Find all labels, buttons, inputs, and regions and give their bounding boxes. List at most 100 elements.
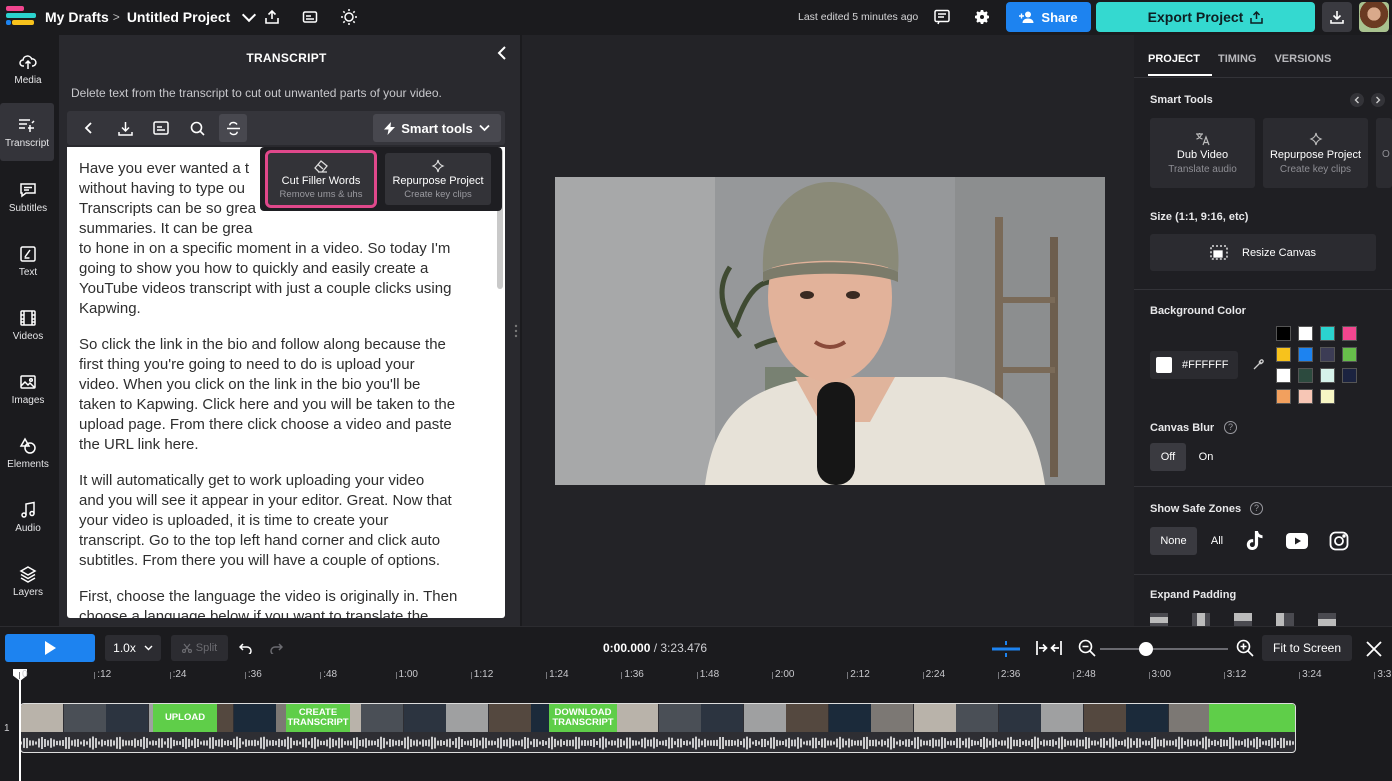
transcript-line[interactable]: choose a language below if you want to t… <box>79 607 491 618</box>
background-color-input[interactable]: #FFFFFF <box>1150 351 1238 379</box>
dub-video-button[interactable]: Dub Video Translate audio <box>1150 118 1255 188</box>
comments-icon[interactable] <box>932 7 952 27</box>
color-swatch[interactable] <box>1276 368 1291 383</box>
instagram-icon[interactable] <box>1329 531 1349 551</box>
color-swatch[interactable] <box>1320 389 1335 404</box>
transcript-line[interactable]: first thing you're going to need to do i… <box>79 355 491 375</box>
color-swatch[interactable] <box>1298 389 1313 404</box>
close-icon[interactable] <box>1366 641 1382 657</box>
playhead[interactable] <box>19 669 21 781</box>
download-transcript-button[interactable] <box>111 114 139 142</box>
transcript-line[interactable]: First, choose the language the video is … <box>79 587 491 607</box>
resize-canvas-button[interactable]: Resize Canvas <box>1150 234 1376 271</box>
redo-icon[interactable] <box>270 643 283 654</box>
eyedropper-icon[interactable] <box>1252 358 1265 371</box>
fit-to-screen-button[interactable]: Fit to Screen <box>1262 635 1352 661</box>
playback-speed-dropdown[interactable]: 1.0x <box>105 635 161 661</box>
sidebar-item-media[interactable]: Media <box>0 40 56 98</box>
prev-arrow-button[interactable] <box>1350 93 1364 107</box>
color-swatch[interactable] <box>1320 368 1335 383</box>
color-swatch[interactable] <box>1276 389 1291 404</box>
next-arrow-button[interactable] <box>1371 93 1385 107</box>
sidebar-item-transcript[interactable]: Transcript <box>0 103 54 161</box>
color-swatch[interactable] <box>1320 326 1335 341</box>
transcript-line[interactable]: going to show you how to quickly and eas… <box>79 259 491 279</box>
transcript-text[interactable]: Have you ever wanted a t without having … <box>67 147 505 618</box>
color-swatch[interactable] <box>1320 347 1335 362</box>
tab-project[interactable]: PROJECT <box>1148 53 1200 65</box>
transcript-line[interactable]: upload page. From there click choose a v… <box>79 415 491 435</box>
transcript-line[interactable]: Kapwing. <box>79 299 491 319</box>
youtube-icon[interactable] <box>1286 533 1308 549</box>
video-track-clip[interactable]: UPLOAD CREATE TRANSCRIPT DOWNLOAD TRANSC… <box>20 703 1296 753</box>
safe-zone-all-button[interactable]: All <box>1202 527 1232 555</box>
search-button[interactable] <box>183 114 211 142</box>
captions-button[interactable] <box>147 114 175 142</box>
color-swatch[interactable] <box>1276 347 1291 362</box>
sidebar-item-layers[interactable]: Layers <box>0 552 56 610</box>
tab-timing[interactable]: TIMING <box>1218 53 1257 65</box>
captions-icon[interactable] <box>300 7 320 27</box>
transcript-line[interactable]: to hone in on a specific moment in a vid… <box>79 239 491 259</box>
lightbulb-icon[interactable] <box>339 7 359 27</box>
undo-icon[interactable] <box>239 643 252 654</box>
zoom-slider-handle[interactable] <box>1139 642 1153 656</box>
transcript-line[interactable]: So click the link in the bio and follow … <box>79 335 491 355</box>
safe-zone-none-button[interactable]: None <box>1150 527 1197 555</box>
snap-icon[interactable] <box>992 641 1020 657</box>
share-button[interactable]: Share <box>1006 2 1091 32</box>
collapse-panel-icon[interactable] <box>495 45 511 61</box>
split-button[interactable]: Split <box>171 635 228 661</box>
color-swatch[interactable] <box>1298 347 1313 362</box>
fit-clips-icon[interactable] <box>1036 640 1062 656</box>
color-swatch[interactable] <box>1342 368 1357 383</box>
color-swatch[interactable] <box>1298 326 1313 341</box>
gear-icon[interactable] <box>972 7 992 27</box>
smart-tools-dropdown[interactable]: Smart tools <box>373 114 501 142</box>
color-swatch[interactable] <box>1342 326 1357 341</box>
transcript-line[interactable]: subtitles. From there you will have a co… <box>79 551 491 571</box>
transcript-line[interactable]: It will automatically get to work upload… <box>79 471 491 491</box>
transcript-line[interactable]: summaries. It can be grea <box>79 219 491 239</box>
repurpose-project-button[interactable]: Repurpose Project Create key clips <box>385 153 491 205</box>
padding-bottom-icon[interactable] <box>1318 613 1336 627</box>
sidebar-item-videos[interactable]: Videos <box>0 296 56 354</box>
padding-left-icon[interactable] <box>1276 613 1294 627</box>
video-preview[interactable] <box>555 177 1105 485</box>
transcript-line[interactable]: the URL link here. <box>79 435 491 455</box>
transcript-line[interactable]: taken to Kapwing. Click here and you wil… <box>79 395 491 415</box>
zoom-in-icon[interactable] <box>1236 639 1254 657</box>
play-button[interactable] <box>5 634 95 662</box>
sidebar-item-audio[interactable]: Audio <box>0 488 56 546</box>
kapwing-logo-icon[interactable] <box>6 6 36 28</box>
breadcrumb-drafts[interactable]: My Drafts <box>45 9 109 25</box>
cut-filler-words-button[interactable]: Cut Filler Words Remove ums & uhs <box>265 150 377 208</box>
chevron-down-icon[interactable] <box>242 7 257 23</box>
color-swatch[interactable] <box>1342 347 1357 362</box>
color-swatch[interactable] <box>1298 368 1313 383</box>
strikethrough-button[interactable] <box>219 114 247 142</box>
sidebar-item-images[interactable]: Images <box>0 360 56 418</box>
sidebar-item-subtitles[interactable]: Subtitles <box>0 168 56 226</box>
help-icon[interactable]: ? <box>1224 421 1237 434</box>
padding-all-icon[interactable] <box>1150 613 1168 627</box>
export-project-button[interactable]: Export Project <box>1096 2 1315 32</box>
transcript-line[interactable]: and you will see it appear in your edito… <box>79 491 491 511</box>
more-tool-card[interactable]: O <box>1376 118 1392 188</box>
padding-top-icon[interactable] <box>1234 613 1252 627</box>
tiktok-icon[interactable] <box>1246 531 1264 551</box>
sidebar-item-text[interactable]: Text <box>0 232 56 290</box>
blur-off-button[interactable]: Off <box>1150 443 1186 471</box>
sidebar-item-elements[interactable]: Elements <box>0 424 56 482</box>
zoom-slider-track[interactable] <box>1100 648 1228 650</box>
transcript-line[interactable]: your video is uploaded, it is time to cr… <box>79 511 491 531</box>
help-icon[interactable]: ? <box>1250 502 1263 515</box>
project-name[interactable]: Untitled Project <box>127 9 230 25</box>
transcript-line[interactable]: transcript. Go to the top left hand corn… <box>79 531 491 551</box>
padding-sides-icon[interactable] <box>1192 613 1210 627</box>
back-button[interactable] <box>75 114 103 142</box>
repurpose-project-tool[interactable]: Repurpose Project Create key clips <box>1263 118 1368 188</box>
blur-on-button[interactable]: On <box>1190 443 1222 471</box>
download-button[interactable] <box>1322 2 1352 32</box>
avatar[interactable] <box>1359 2 1389 32</box>
